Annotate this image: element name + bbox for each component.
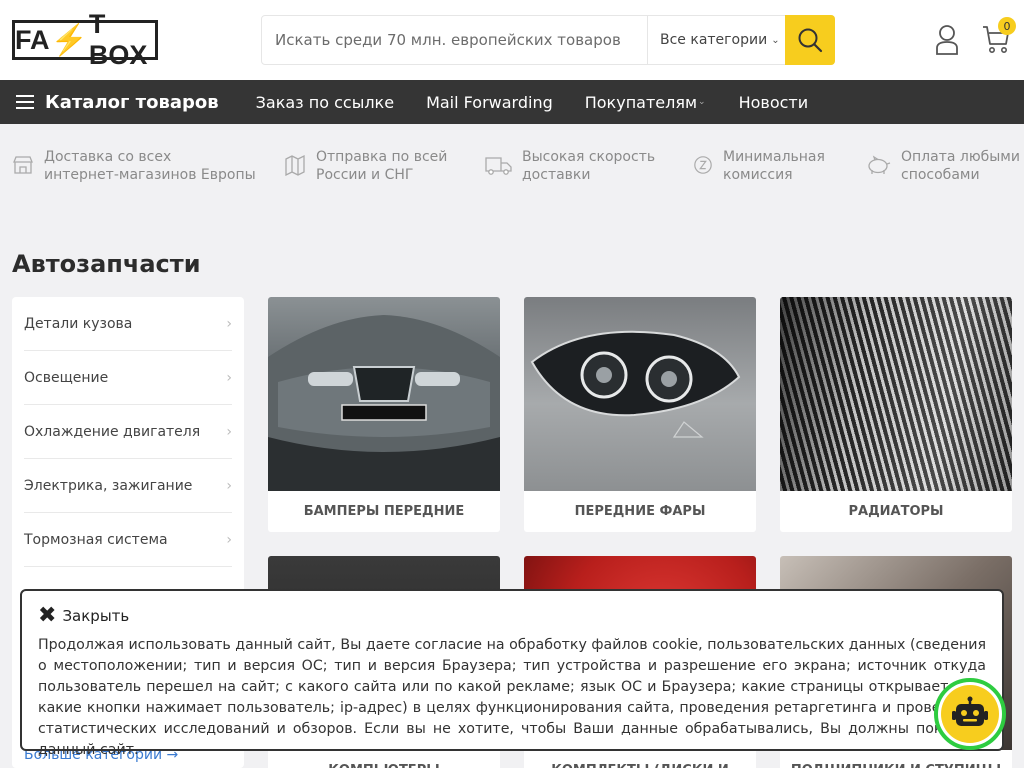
chevron-down-icon: ⌄ bbox=[698, 97, 706, 107]
feature-line: доставки bbox=[522, 167, 591, 183]
user-icon[interactable] bbox=[935, 24, 959, 56]
chevron-right-icon: › bbox=[226, 369, 232, 386]
sidebar-item-label: Охлаждение двигателя bbox=[24, 423, 201, 440]
nav-item-buyers[interactable]: Покупателям bbox=[585, 93, 697, 112]
front-bumper-image bbox=[268, 297, 500, 491]
piggy-bank-icon bbox=[868, 155, 891, 174]
sidebar-item-label: Освещение bbox=[24, 369, 109, 386]
feature-delivery: Доставка со всех интернет-магазинов Европ… bbox=[12, 148, 256, 184]
feature-line: комиссия bbox=[723, 167, 793, 183]
close-icon: ✖ bbox=[38, 603, 57, 628]
feature-line: интернет-магазинов Европы bbox=[44, 167, 256, 183]
chatbot-button[interactable] bbox=[934, 678, 1006, 750]
truck-icon bbox=[485, 157, 512, 175]
search-icon bbox=[798, 28, 823, 53]
commission-icon bbox=[694, 156, 712, 174]
chevron-down-icon: ⌄ bbox=[771, 34, 780, 46]
fastbox-logo[interactable]: FA ⚡ T BOX bbox=[12, 9, 158, 70]
lightning-bolt-icon: ⚡ bbox=[50, 23, 88, 57]
menu-icon[interactable] bbox=[16, 95, 34, 109]
feature-payment: Оплата любыми способами bbox=[866, 148, 1020, 184]
radiator-image bbox=[780, 297, 1012, 491]
feature-line: Оплата любыми bbox=[901, 149, 1020, 165]
card-caption: Передние фары bbox=[574, 504, 706, 519]
category-card-headlights[interactable]: Передние фары bbox=[524, 297, 756, 532]
sidebar-item-electrics[interactable]: Электрика, зажигание › bbox=[24, 459, 232, 513]
sidebar-item-label: Тормозная система bbox=[24, 531, 168, 548]
cookie-close-button[interactable]: ✖ Закрыть bbox=[38, 605, 986, 627]
main-nav: Каталог товаров Заказ по ссылке Mail For… bbox=[0, 80, 1024, 124]
nav-item-mail-forwarding[interactable]: Mail Forwarding bbox=[426, 93, 553, 112]
category-select-label: Все категории bbox=[660, 32, 768, 48]
search-bar: Все категории ⌄ bbox=[261, 15, 835, 65]
sidebar-item-label: Электрика, зажигание bbox=[24, 477, 193, 494]
logo-text-2: T BOX bbox=[88, 9, 148, 70]
cookie-consent-text: Продолжая использовать данный сайт, Вы д… bbox=[38, 637, 986, 758]
feature-line: Отправка по всей bbox=[316, 149, 448, 165]
feature-commission: Минимальная комиссия bbox=[693, 148, 825, 184]
feature-line: Доставка со всех bbox=[44, 149, 172, 165]
chevron-right-icon: › bbox=[226, 531, 232, 548]
site-header: FA⚡T BOX Все категории ⌄ 0 bbox=[0, 0, 1024, 80]
feature-shipping: Отправка по всей России и СНГ bbox=[284, 148, 447, 184]
cookie-close-label: Закрыть bbox=[62, 607, 130, 625]
sidebar-item-label: Детали кузова bbox=[24, 315, 133, 332]
bot-icon-wrap bbox=[941, 685, 999, 743]
robot-icon bbox=[952, 696, 988, 726]
logo-text-1: FA bbox=[15, 24, 50, 55]
category-card-radiators[interactable]: Радиаторы bbox=[780, 297, 1012, 532]
chevron-right-icon: › bbox=[226, 423, 232, 440]
category-select[interactable]: Все категории ⌄ bbox=[647, 16, 785, 64]
section-title: Автозапчасти bbox=[12, 250, 201, 278]
search-button[interactable] bbox=[785, 15, 835, 65]
card-caption: Бамперы передние bbox=[303, 504, 465, 519]
card-caption: Радиаторы bbox=[848, 504, 944, 519]
chevron-right-icon: › bbox=[226, 477, 232, 494]
chevron-right-icon: › bbox=[226, 315, 232, 332]
feature-line: Минимальная bbox=[723, 149, 825, 165]
headlight-image bbox=[524, 297, 756, 491]
sidebar-item-body-parts[interactable]: Детали кузова › bbox=[24, 297, 232, 351]
feature-speed: Высокая скорость доставки bbox=[485, 148, 655, 184]
sidebar-item-lighting[interactable]: Освещение › bbox=[24, 351, 232, 405]
cart-count-badge: 0 bbox=[998, 17, 1016, 35]
features-strip: Доставка со всех интернет-магазинов Европ… bbox=[0, 124, 1024, 224]
feature-line: способами bbox=[901, 167, 980, 183]
cookie-consent-banner: ✖ Закрыть Продолжая использовать данный … bbox=[20, 589, 1004, 758]
search-input[interactable] bbox=[262, 16, 647, 64]
feature-line: России и СНГ bbox=[316, 167, 414, 183]
sidebar-item-engine-cooling[interactable]: Охлаждение двигателя › bbox=[24, 405, 232, 459]
feature-line: Высокая скорость bbox=[522, 149, 656, 165]
category-card-front-bumpers[interactable]: Бамперы передние bbox=[268, 297, 500, 532]
nav-item-news[interactable]: Новости bbox=[739, 93, 809, 112]
catalog-link[interactable]: Каталог товаров bbox=[45, 92, 219, 113]
map-icon bbox=[285, 154, 305, 176]
sidebar-item-brakes[interactable]: Тормозная система › bbox=[24, 513, 232, 567]
nav-item-order-by-link[interactable]: Заказ по ссылке bbox=[256, 93, 394, 112]
store-icon bbox=[13, 156, 33, 174]
